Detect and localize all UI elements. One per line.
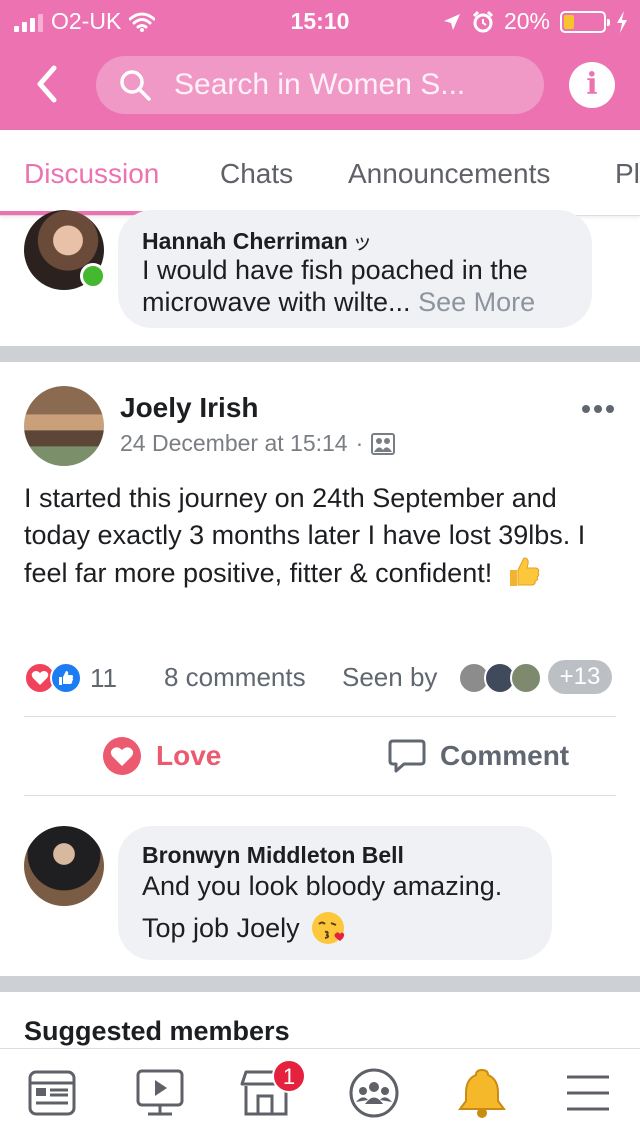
author-suffix: ッ (352, 232, 373, 254)
back-button[interactable] (30, 62, 64, 106)
nav-groups[interactable] (346, 1067, 402, 1119)
tab-chats[interactable]: Chats (220, 158, 293, 190)
reaction-count: 11 (90, 662, 117, 693)
tab-photos[interactable]: Pl (615, 158, 640, 190)
status-bar: O2-UK 15:10 20% (0, 0, 640, 40)
status-right: 20% (442, 8, 628, 35)
feed-separator (0, 976, 640, 992)
seen-by-avatars[interactable] (458, 662, 542, 694)
info-button[interactable]: i (569, 62, 615, 108)
post-date[interactable]: 24 December at 15:14 (120, 430, 348, 457)
avatar-bronwyn[interactable] (24, 826, 104, 906)
reply-line-2-row: Top job Joely (142, 910, 346, 946)
watch-icon (136, 1069, 184, 1116)
reply-author[interactable]: Bronwyn Middleton Bell (142, 842, 404, 869)
love-label: Love (156, 740, 222, 771)
post-text: I started this journey on 24th September… (24, 483, 586, 588)
alarm-icon (472, 10, 494, 32)
feed-separator (0, 346, 640, 362)
search-bar[interactable] (96, 56, 544, 114)
divider (24, 795, 616, 796)
tab-announcements[interactable]: Announcements (348, 158, 550, 190)
seen-by-label[interactable]: Seen by (342, 662, 437, 693)
thumbs-up-emoji-icon (509, 557, 540, 586)
see-more-link[interactable]: See More (418, 287, 535, 317)
online-indicator (80, 263, 106, 289)
post-body: I started this journey on 24th September… (24, 480, 624, 592)
nav-watch[interactable] (132, 1067, 188, 1119)
chevron-left-icon (37, 65, 57, 103)
comment-button[interactable]: Comment (388, 734, 569, 778)
like-reaction-icon (50, 662, 82, 694)
battery-icon (560, 10, 610, 33)
divider (24, 716, 616, 717)
comment-icon (388, 739, 426, 773)
nav-notifications[interactable] (454, 1067, 510, 1119)
kiss-emoji-icon (311, 912, 344, 944)
comment-label: Comment (440, 740, 570, 771)
group-tabs: Discussion Chats Announcements Pl (0, 130, 640, 216)
marketplace-badge: 1 (272, 1059, 306, 1093)
love-icon (103, 737, 141, 775)
reply-line-1: And you look bloody amazing. (142, 871, 503, 901)
reactions-summary[interactable]: 11 (24, 660, 117, 696)
reply-line-2: Top job Joely (142, 913, 300, 943)
post-author[interactable]: Joely Irish (120, 392, 259, 424)
top-bar: O2-UK 15:10 20% Search in Women S... i (0, 0, 640, 130)
search-input[interactable] (174, 68, 544, 102)
battery-percent: 20% (503, 8, 550, 34)
location-arrow-icon (443, 13, 460, 30)
groups-icon (349, 1068, 399, 1118)
seen-by-more-badge[interactable]: +13 (548, 660, 612, 694)
bottom-nav: 1 (0, 1048, 640, 1136)
suggested-members-title: Suggested members (24, 1016, 290, 1046)
nav-news-feed[interactable] (24, 1067, 80, 1119)
menu-icon (567, 1075, 609, 1111)
nav-menu[interactable] (560, 1067, 616, 1119)
seen-avatar (510, 662, 542, 694)
comment-text: I would have fish poached in the microwa… (142, 254, 582, 318)
post-options-button[interactable] (582, 405, 614, 413)
post-meta: 24 December at 15:14 · (120, 430, 396, 457)
comments-count[interactable]: 8 comments (164, 662, 306, 693)
comment-bubble-hannah[interactable]: Hannah Cherriman ッ I would have fish poa… (118, 210, 592, 328)
search-icon (120, 70, 151, 101)
news-feed-icon (28, 1070, 76, 1116)
group-members-icon (371, 432, 396, 455)
comment-bubble-bronwyn[interactable]: Bronwyn Middleton Bell And you look bloo… (118, 826, 552, 960)
tab-discussion[interactable]: Discussion (24, 158, 159, 190)
love-button[interactable]: Love (102, 734, 221, 778)
charging-bolt-icon (617, 10, 627, 33)
notifications-icon (458, 1068, 506, 1118)
meta-dot: · (355, 430, 364, 456)
comment-author[interactable]: Hannah Cherriman (142, 228, 348, 254)
avatar-joely[interactable] (24, 386, 104, 466)
